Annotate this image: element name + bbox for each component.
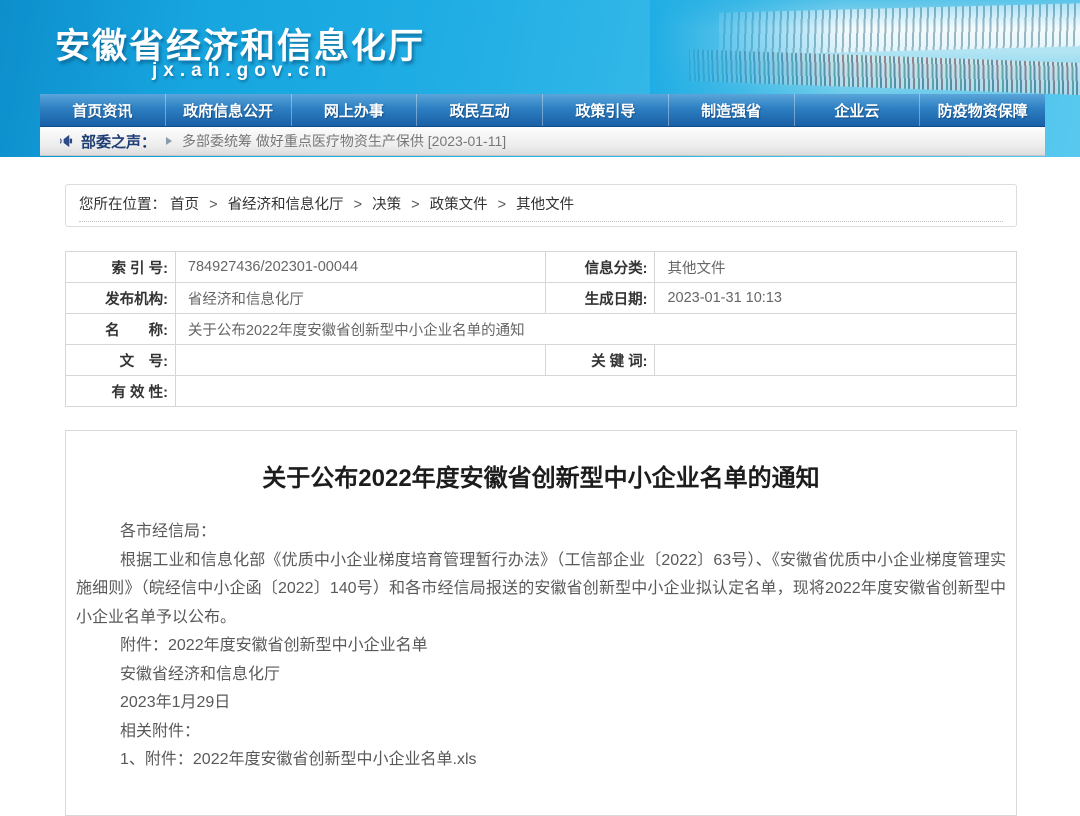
nav-item-interaction[interactable]: 政民互动 <box>416 94 542 126</box>
nav-item-policy-guide[interactable]: 政策引导 <box>542 94 668 126</box>
speaker-icon <box>58 134 73 148</box>
article-salutation: 各市经信局： <box>76 518 1006 547</box>
article-date: 2023年1月29日 <box>76 689 1006 718</box>
breadcrumb-box: 您所在位置： 首页 > 省经济和信息化厅 > 决策 > 政策文件 > 其他文件 <box>65 184 1017 227</box>
article-signer: 安徽省经济和信息化厅 <box>76 661 1006 690</box>
ticker-news-link[interactable]: 多部委统筹 做好重点医疗物资生产保供 [2023-01-11] <box>182 131 506 151</box>
breadcrumb-separator: > <box>354 197 362 213</box>
news-ticker: 部委之声： 多部委统筹 做好重点医疗物资生产保供 [2023-01-11] <box>40 127 1045 156</box>
nav-item-manufacturing[interactable]: 制造强省 <box>668 94 794 126</box>
table-row: 有 效 性: <box>66 376 1017 407</box>
breadcrumb-other-files[interactable]: 其他文件 <box>516 197 574 213</box>
keywords-label: 关 键 词: <box>545 345 655 376</box>
nav-item-epidemic-supplies[interactable]: 防疫物资保障 <box>919 94 1045 126</box>
generation-date-value: 2023-01-31 10:13 <box>655 283 1017 314</box>
page-content: 您所在位置： 首页 > 省经济和信息化厅 > 决策 > 政策文件 > 其他文件 … <box>65 184 1017 816</box>
breadcrumb-separator: > <box>209 197 217 213</box>
breadcrumb-department[interactable]: 省经济和信息化厅 <box>228 197 344 213</box>
article-body-paragraph: 根据工业和信息化部《优质中小企业梯度培育管理暂行办法》（工信部企业〔2022〕6… <box>76 547 1006 633</box>
breadcrumb-separator: > <box>411 197 419 213</box>
breadcrumb-home[interactable]: 首页 <box>170 197 199 213</box>
index-number-value: 784927436/202301-00044 <box>175 252 545 283</box>
site-header: 安徽省经济和信息化厅 jx.ah.gov.cn 首页资讯 政府信息公开 网上办事… <box>0 0 1080 157</box>
info-category-value: 其他文件 <box>655 252 1017 283</box>
doc-number-label: 文 号: <box>66 345 176 376</box>
article-box: 关于公布2022年度安徽省创新型中小企业名单的通知 各市经信局： 根据工业和信息… <box>65 430 1017 816</box>
doc-number-value <box>175 345 545 376</box>
doc-name-value: 关于公布2022年度安徽省创新型中小企业名单的通知 <box>175 314 1016 345</box>
nav-item-online-services[interactable]: 网上办事 <box>291 94 417 126</box>
breadcrumb-policy-files[interactable]: 政策文件 <box>430 197 488 213</box>
article-attachment-line: 附件：2022年度安徽省创新型中小企业名单 <box>76 632 1006 661</box>
issuing-agency-label: 发布机构: <box>66 283 176 314</box>
table-row: 发布机构: 省经济和信息化厅 生成日期: 2023-01-31 10:13 <box>66 283 1017 314</box>
breadcrumb: 您所在位置： 首页 > 省经济和信息化厅 > 决策 > 政策文件 > 其他文件 <box>79 193 1003 222</box>
main-nav: 首页资讯 政府信息公开 网上办事 政民互动 政策引导 制造强省 企业云 防疫物资… <box>40 94 1045 127</box>
page-title: 关于公布2022年度安徽省创新型中小企业名单的通知 <box>76 458 1006 493</box>
keywords-value <box>655 345 1017 376</box>
site-domain: jx.ah.gov.cn <box>152 60 332 82</box>
table-row: 文 号: 关 键 词: <box>66 345 1017 376</box>
breadcrumb-decision[interactable]: 决策 <box>372 197 401 213</box>
doc-name-label: 名 称: <box>66 314 176 345</box>
breadcrumb-prefix: 您所在位置： <box>79 197 166 213</box>
nav-item-gov-info[interactable]: 政府信息公开 <box>165 94 291 126</box>
attachment-download-link[interactable]: 1、附件：2022年度安徽省创新型中小企业名单.xls <box>76 746 1006 775</box>
validity-label: 有 效 性: <box>66 376 176 407</box>
table-row: 名 称: 关于公布2022年度安徽省创新型中小企业名单的通知 <box>66 314 1017 345</box>
breadcrumb-separator: > <box>498 197 506 213</box>
masthead: 安徽省经济和信息化厅 jx.ah.gov.cn <box>0 0 1080 94</box>
ticker-label: 部委之声： <box>81 131 156 152</box>
related-attachments-label: 相关附件： <box>76 718 1006 747</box>
generation-date-label: 生成日期: <box>545 283 655 314</box>
info-category-label: 信息分类: <box>545 252 655 283</box>
issuing-agency-value: 省经济和信息化厅 <box>175 283 545 314</box>
nav-item-enterprise-cloud[interactable]: 企业云 <box>794 94 920 126</box>
table-row: 索 引 号: 784927436/202301-00044 信息分类: 其他文件 <box>66 252 1017 283</box>
document-meta-table: 索 引 号: 784927436/202301-00044 信息分类: 其他文件… <box>65 251 1017 407</box>
index-number-label: 索 引 号: <box>66 252 176 283</box>
nav-item-home[interactable]: 首页资讯 <box>40 94 165 126</box>
right-arrow-icon <box>166 137 172 145</box>
validity-value <box>175 376 1016 407</box>
